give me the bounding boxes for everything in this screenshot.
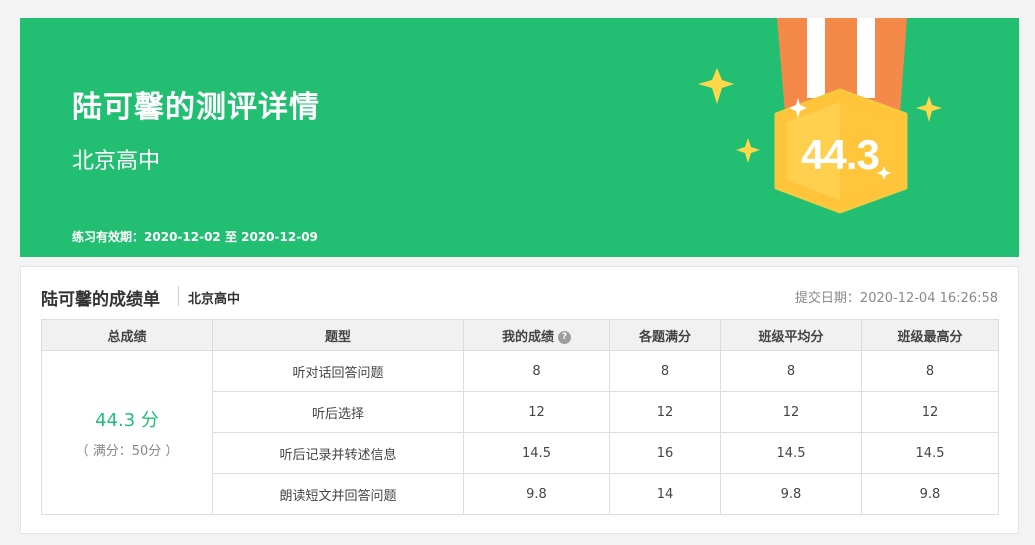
title-divider xyxy=(178,286,179,306)
question-circle-icon[interactable]: ? xyxy=(558,330,571,344)
report-card: 陆可馨的成绩单 北京高中 提交日期：2020-12-04 16:26:58 总成… xyxy=(20,266,1019,534)
total-full-score: （ 满分：50分 ） xyxy=(75,444,179,459)
col-question-type: 题型 xyxy=(212,319,464,351)
submit-date: 提交日期：2020-12-04 16:26:58 xyxy=(795,287,998,306)
class-max-cell: 9.8 xyxy=(861,473,999,515)
submit-date-label: 提交日期： xyxy=(794,291,860,306)
score-table: 总成绩 题型 我的成绩? 各题满分 班级平均分 班级最高分 44.3 分 （ 满… xyxy=(41,319,999,515)
question-type-cell: 听后选择 xyxy=(212,391,464,433)
my-score-cell: 12 xyxy=(463,391,610,433)
full-score-cell: 8 xyxy=(609,350,721,392)
question-type-cell: 听后记录并转述信息 xyxy=(212,432,464,474)
col-class-average: 班级平均分 xyxy=(720,319,862,351)
medal-score: 44.3 xyxy=(801,131,880,178)
col-my-score-label: 我的成绩 xyxy=(501,329,554,345)
class-average-cell: 8 xyxy=(720,350,862,392)
question-type-cell: 朗读短文并回答问题 xyxy=(212,473,464,515)
class-average-cell: 12 xyxy=(720,391,862,433)
my-score-cell: 14.5 xyxy=(463,432,610,474)
question-type-cell: 听对话回答问题 xyxy=(212,350,464,392)
full-score-cell: 12 xyxy=(609,391,721,433)
evaluation-banner: 陆可馨的测评详情 北京高中 练习有效期：2020-12-02 至 2020-12… xyxy=(20,18,1019,257)
col-full-score: 各题满分 xyxy=(609,319,721,351)
col-my-score: 我的成绩? xyxy=(463,319,610,351)
class-max-cell: 12 xyxy=(861,391,999,433)
col-class-max: 班级最高分 xyxy=(861,319,999,351)
total-score-cell: 44.3 分 （ 满分：50分 ） xyxy=(41,350,213,515)
full-score-cell: 14 xyxy=(609,473,721,515)
full-score-cell: 16 xyxy=(609,432,721,474)
my-score-cell: 9.8 xyxy=(463,473,610,515)
total-score: 44.3 分 xyxy=(95,410,159,431)
class-max-cell: 14.5 xyxy=(861,432,999,474)
submit-date-value: 2020-12-04 16:26:58 xyxy=(859,291,998,306)
report-title: 陆可馨的成绩单 xyxy=(41,290,160,310)
table-header-row: 总成绩 题型 我的成绩? 各题满分 班级平均分 班级最高分 xyxy=(41,319,999,351)
class-max-cell: 8 xyxy=(861,350,999,392)
class-average-cell: 14.5 xyxy=(720,432,862,474)
class-average-cell: 9.8 xyxy=(720,473,862,515)
table-row: 44.3 分 （ 满分：50分 ） 听对话回答问题 8 8 8 8 xyxy=(41,350,999,515)
col-total: 总成绩 xyxy=(41,319,213,351)
report-school-name: 北京高中 xyxy=(188,292,241,307)
my-score-cell: 8 xyxy=(463,350,610,392)
